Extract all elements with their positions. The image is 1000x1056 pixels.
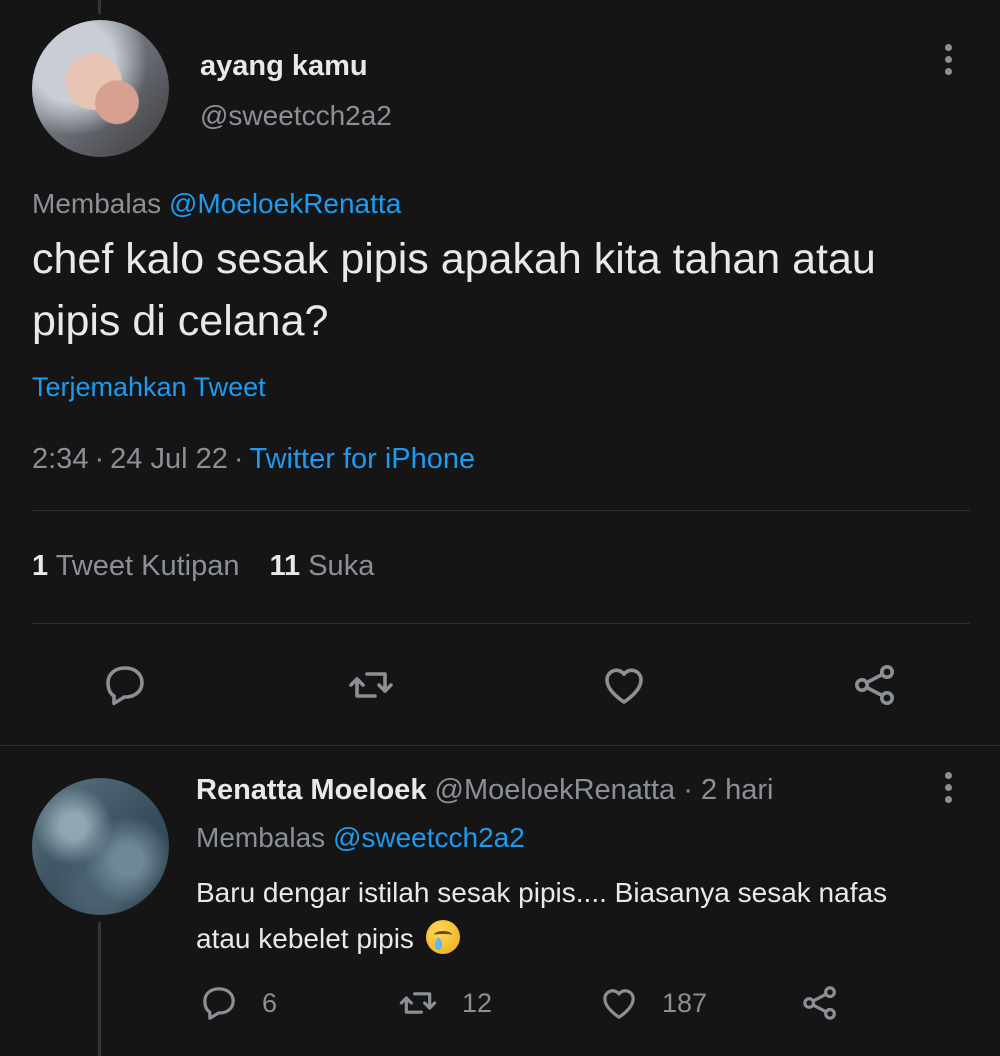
reply-text: Baru dengar istilah sesak pipis.... Bias… [196, 877, 888, 954]
tweet-text: chef kalo sesak pipis apakah kita tahan … [32, 235, 876, 345]
divider [0, 745, 1000, 746]
tweet-stats: 1 Tweet Kutipan 11 Suka [32, 550, 374, 583]
retweet-icon[interactable] [346, 661, 396, 709]
divider [32, 623, 970, 624]
tweet-source[interactable]: Twitter for iPhone [250, 443, 476, 475]
reply-replying-to-link[interactable]: @sweetcch2a2 [333, 822, 525, 853]
reply-replying-to: Membalas @sweetcch2a2 [196, 822, 525, 853]
quote-tweets-stat[interactable]: 1 Tweet Kutipan [32, 550, 239, 582]
thread-line [98, 0, 101, 14]
reply-author-handle[interactable]: @MoeloekRenatta [435, 774, 676, 806]
tweet-detail-page: ayang kamu @sweetcch2a2 Membalas @Moeloe… [0, 0, 1000, 1056]
reply-count: 6 [262, 988, 278, 1018]
avatar[interactable] [32, 20, 169, 157]
reply-avatar[interactable] [32, 778, 169, 915]
thread-line [98, 922, 101, 1056]
replying-to: Membalas @MoeloekRenatta [32, 188, 402, 219]
replying-to-link[interactable]: @MoeloekRenatta [169, 188, 401, 219]
author-display-name[interactable]: ayang kamu [200, 50, 368, 83]
like-count: 187 [662, 988, 708, 1018]
reply-icon[interactable] [199, 983, 239, 1023]
heart-icon[interactable] [600, 661, 648, 709]
translate-tweet-link[interactable]: Terjemahkan Tweet [32, 372, 266, 403]
divider [32, 510, 970, 511]
face-with-tear-emoji-icon [425, 920, 460, 954]
tweet-meta: 2:34 · 24 Jul 22 · Twitter for iPhone [32, 443, 476, 475]
more-vertical-icon[interactable] [942, 772, 954, 803]
tweet-time[interactable]: 2:34 [32, 443, 88, 475]
share-icon[interactable] [851, 661, 899, 709]
reply-icon[interactable] [101, 661, 149, 709]
reply-time[interactable]: 2 hari [701, 774, 774, 806]
author-handle[interactable]: @sweetcch2a2 [200, 100, 392, 132]
share-icon[interactable] [800, 983, 840, 1023]
retweet-icon[interactable] [396, 983, 440, 1023]
heart-icon[interactable] [599, 983, 639, 1023]
more-vertical-icon[interactable] [942, 44, 954, 75]
reply-header: Renatta Moeloek @MoeloekRenatta · 2 hari [196, 774, 774, 806]
likes-stat[interactable]: 11 Suka [269, 550, 374, 582]
retweet-count: 12 [462, 988, 493, 1018]
reply-author-display-name[interactable]: Renatta Moeloek [196, 774, 426, 806]
tweet-date[interactable]: 24 Jul 22 [110, 443, 228, 475]
